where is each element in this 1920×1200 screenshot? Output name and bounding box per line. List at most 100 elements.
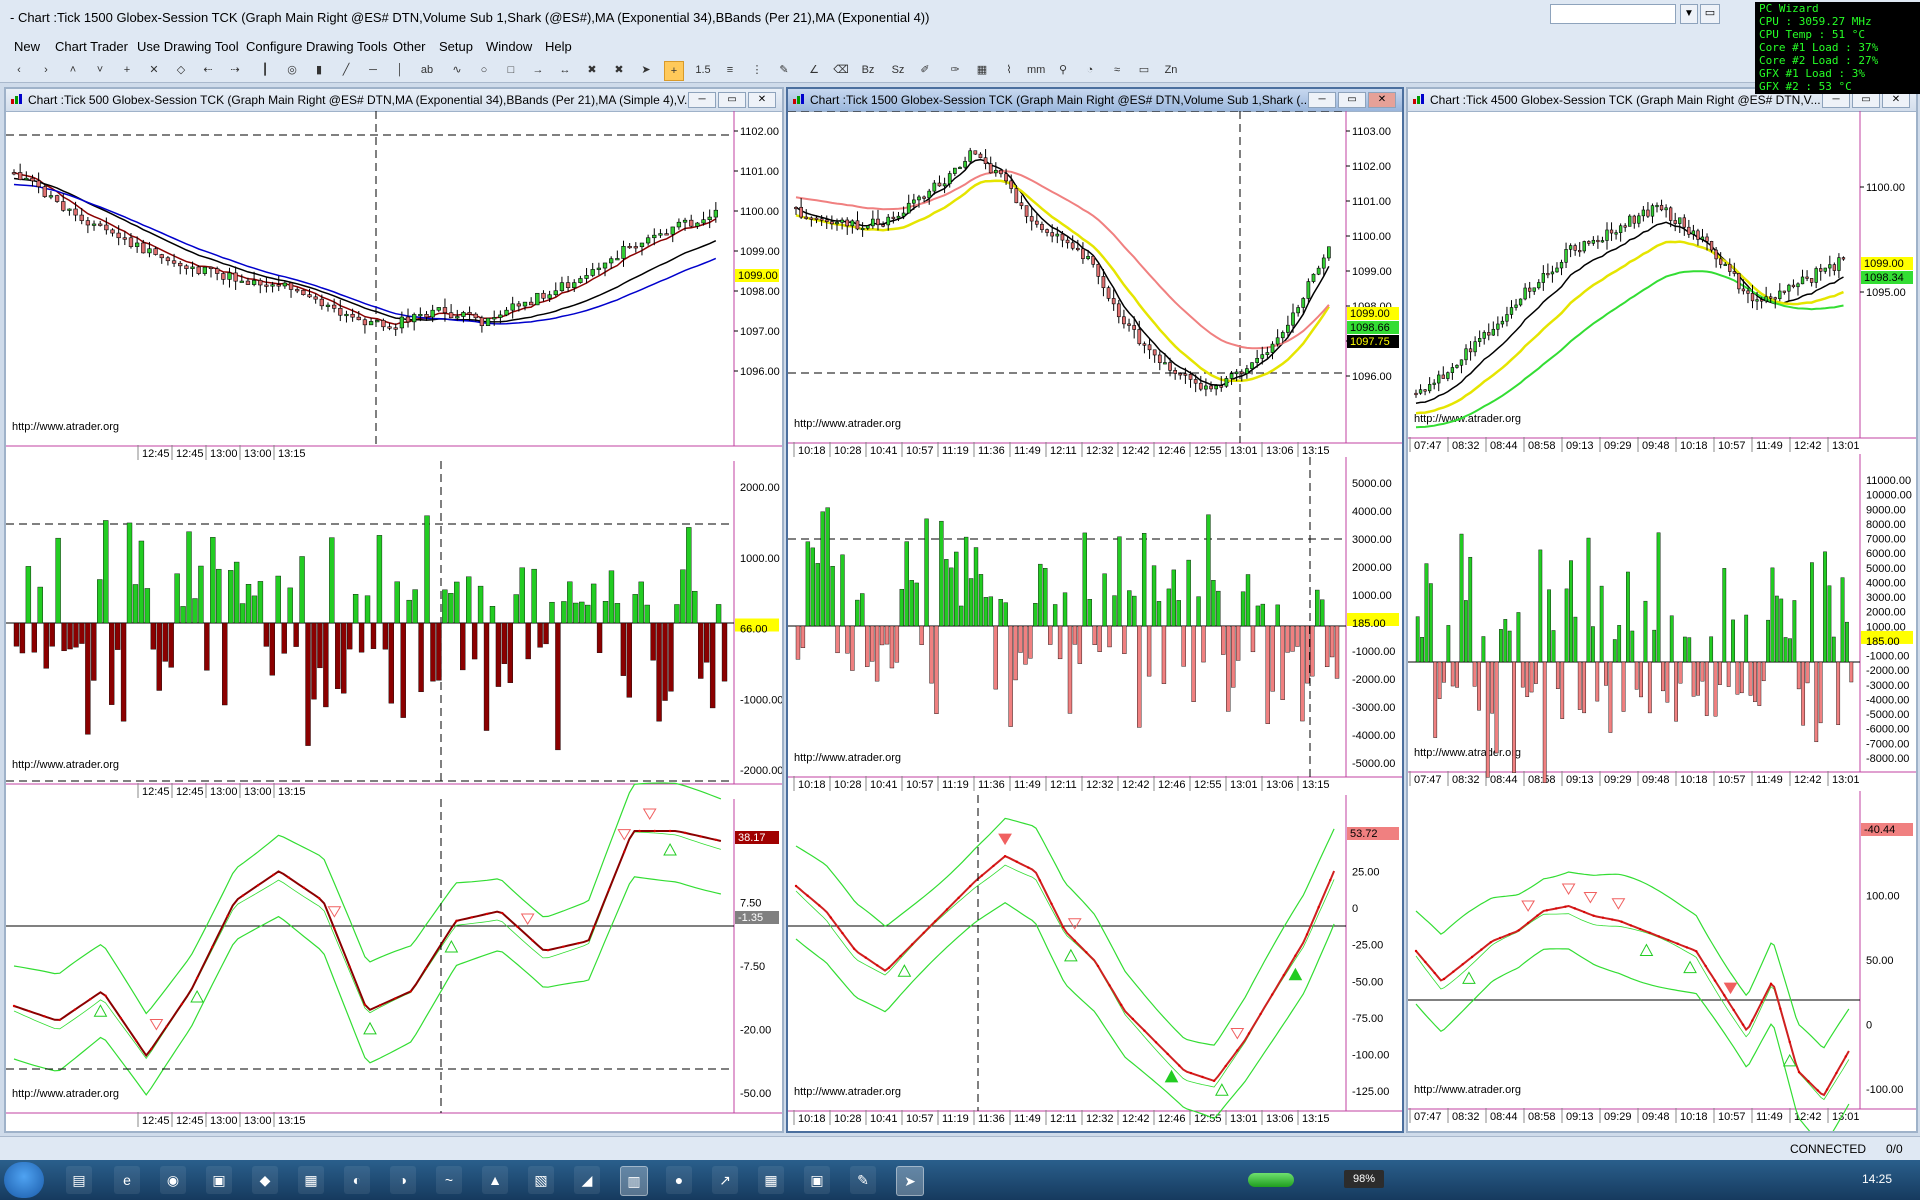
plus-icon[interactable]: + <box>118 61 136 79</box>
chart-area[interactable]: http://www.atrader.org 12:45 12:45 13:00 13:… <box>6 111 782 1131</box>
curve-icon[interactable]: ∿ <box>448 61 466 79</box>
app-icon[interactable]: ↗ <box>712 1166 738 1194</box>
chevron-up-icon[interactable]: ˄ <box>64 61 82 79</box>
chrome-icon[interactable]: ◉ <box>160 1166 186 1194</box>
minimize-button[interactable]: ─ <box>1822 92 1850 108</box>
time-label: 11:49 <box>1014 1113 1041 1125</box>
fib-icon[interactable]: ≡ <box>721 61 739 79</box>
vline-icon[interactable]: │ <box>391 61 409 79</box>
ie-icon[interactable]: e <box>114 1166 140 1194</box>
cross-icon[interactable]: ✕ <box>145 61 163 79</box>
arrow-right-icon[interactable]: › <box>37 61 55 79</box>
sz-icon[interactable]: Sz <box>889 61 907 79</box>
volume-bar <box>602 600 609 624</box>
close-button[interactable]: ✕ <box>748 92 776 108</box>
volume-bar <box>674 604 680 624</box>
chevron-down-icon[interactable]: ˅ <box>91 61 109 79</box>
pin-icon[interactable]: ⚲ <box>1054 61 1072 79</box>
rectangle-icon[interactable]: □ <box>502 61 520 79</box>
angle-icon[interactable]: ∠ <box>805 61 823 79</box>
candle-body <box>1468 348 1473 353</box>
app-icon[interactable]: ▦ <box>298 1166 324 1194</box>
level-icon[interactable]: ⋮ <box>748 61 766 79</box>
hline-icon[interactable]: ─ <box>364 61 382 79</box>
circle-dot-icon[interactable]: ◎ <box>283 61 301 79</box>
bars-icon[interactable]: ┃ <box>256 61 274 79</box>
oscillator-point <box>1108 984 1111 987</box>
menu-help[interactable]: Help <box>545 39 572 54</box>
maximize-button[interactable]: ▭ <box>718 92 746 108</box>
chevron-down-icon[interactable]: ▼ <box>1680 4 1698 24</box>
oscillator-point <box>577 942 580 945</box>
app-icon[interactable]: ▣ <box>206 1166 232 1194</box>
candle-icon[interactable]: ▮ <box>310 61 328 79</box>
start-button[interactable] <box>4 1162 44 1198</box>
1-5-icon[interactable]: 1.5 <box>694 61 712 79</box>
wave-icon[interactable]: ≈ <box>1108 61 1126 79</box>
battery-icon[interactable] <box>1248 1173 1294 1187</box>
maximize-button[interactable]: ▭ <box>1852 92 1880 108</box>
chart-window-500-tick[interactable]: Chart :Tick 500 Globex-Session TCK (Grap… <box>4 87 784 1133</box>
app-icon[interactable]: ✎ <box>850 1166 876 1194</box>
watermark-text: http://www.atrader.org <box>794 752 901 764</box>
restore-button[interactable]: ▭ <box>1700 4 1720 24</box>
eraser-icon[interactable]: ⌫ <box>832 61 850 79</box>
chart-window-1500-tick[interactable]: Chart :Tick 1500 Globex-Session TCK (Gra… <box>786 87 1404 1133</box>
app-icon[interactable]: ◢ <box>574 1166 600 1194</box>
brush-icon[interactable]: ⌇ <box>1000 61 1018 79</box>
app-icon[interactable]: ◐ <box>344 1166 370 1194</box>
app-icon[interactable]: ▣ <box>804 1166 830 1194</box>
diamond-icon[interactable]: ◇ <box>172 61 190 79</box>
crosshair-icon[interactable]: + <box>664 61 684 81</box>
app-icon[interactable]: ◆ <box>252 1166 278 1194</box>
trading-app-icon[interactable]: ▥ <box>620 1166 648 1196</box>
line-icon[interactable]: ╱ <box>337 61 355 79</box>
chart-window-4500-tick[interactable]: Chart :Tick 4500 Globex-Session TCK (Gra… <box>1406 87 1918 1133</box>
menu-other[interactable]: Other <box>393 39 426 54</box>
maximize-button[interactable]: ▭ <box>1338 92 1366 108</box>
zn-icon[interactable]: Zn <box>1162 61 1180 79</box>
app-icon[interactable]: ▦ <box>758 1166 784 1194</box>
palette-icon[interactable]: ▦ <box>973 61 991 79</box>
app-icon[interactable]: ● <box>666 1166 692 1194</box>
pen-icon[interactable]: ✎ <box>775 61 793 79</box>
menu-use-drawing-tool[interactable]: Use Drawing Tool <box>137 39 239 54</box>
arrow-icon[interactable]: → <box>529 61 547 79</box>
app-icon[interactable]: ◑ <box>390 1166 416 1194</box>
cursor-icon[interactable]: ➤ <box>637 61 655 79</box>
car-icon[interactable]: ▭ <box>1135 61 1153 79</box>
menu-setup[interactable]: Setup <box>439 39 473 54</box>
bz-icon[interactable]: Bz <box>859 61 877 79</box>
arrow-left-icon[interactable]: ‹ <box>10 61 28 79</box>
explorer-icon[interactable]: ▤ <box>66 1166 92 1194</box>
menu-new[interactable]: New <box>14 39 40 54</box>
text-ab-icon[interactable]: ab <box>418 61 436 79</box>
app-icon[interactable]: ~ <box>436 1166 462 1194</box>
pencil-icon[interactable]: ✐ <box>916 61 934 79</box>
mm-icon[interactable]: mm <box>1027 61 1045 79</box>
signal-up-triangle <box>1064 948 1078 962</box>
pen-2-icon[interactable]: ✑ <box>946 61 964 79</box>
menu-configure-drawing-tools[interactable]: Configure Drawing Tools <box>246 39 387 54</box>
double-arrow-icon[interactable]: ↔ <box>556 61 574 79</box>
menu-window[interactable]: Window <box>486 39 532 54</box>
chart-area[interactable]: http://www.atrader.org 10:18 10:28 10:41 10:… <box>788 111 1402 1131</box>
app-icon[interactable]: ▧ <box>528 1166 554 1194</box>
arrow-left-2-icon[interactable]: ⇠ <box>199 61 217 79</box>
minimize-button[interactable]: ─ <box>1308 92 1336 108</box>
speed-icon[interactable]: ◔ <box>1081 61 1099 79</box>
cross-x2-icon[interactable]: ✖ <box>610 61 628 79</box>
instrument-search-input[interactable] <box>1550 4 1676 24</box>
arrow-right-2-icon[interactable]: ⇢ <box>226 61 244 79</box>
app-icon[interactable]: ➤ <box>896 1166 924 1196</box>
battery-percent: 98% <box>1344 1170 1384 1188</box>
chart-area[interactable]: http://www.atrader.org 07:47 08:32 08:44 08:… <box>1408 111 1916 1131</box>
ellipse-icon[interactable]: ○ <box>475 61 493 79</box>
time-label: 12:11 <box>1050 779 1077 791</box>
close-button[interactable]: ✕ <box>1368 92 1396 108</box>
app-icon[interactable]: ▲ <box>482 1166 508 1194</box>
minimize-button[interactable]: ─ <box>688 92 716 108</box>
menu-chart-trader[interactable]: Chart Trader <box>55 39 128 54</box>
close-button[interactable]: ✕ <box>1882 92 1910 108</box>
cross-x-icon[interactable]: ✖ <box>583 61 601 79</box>
